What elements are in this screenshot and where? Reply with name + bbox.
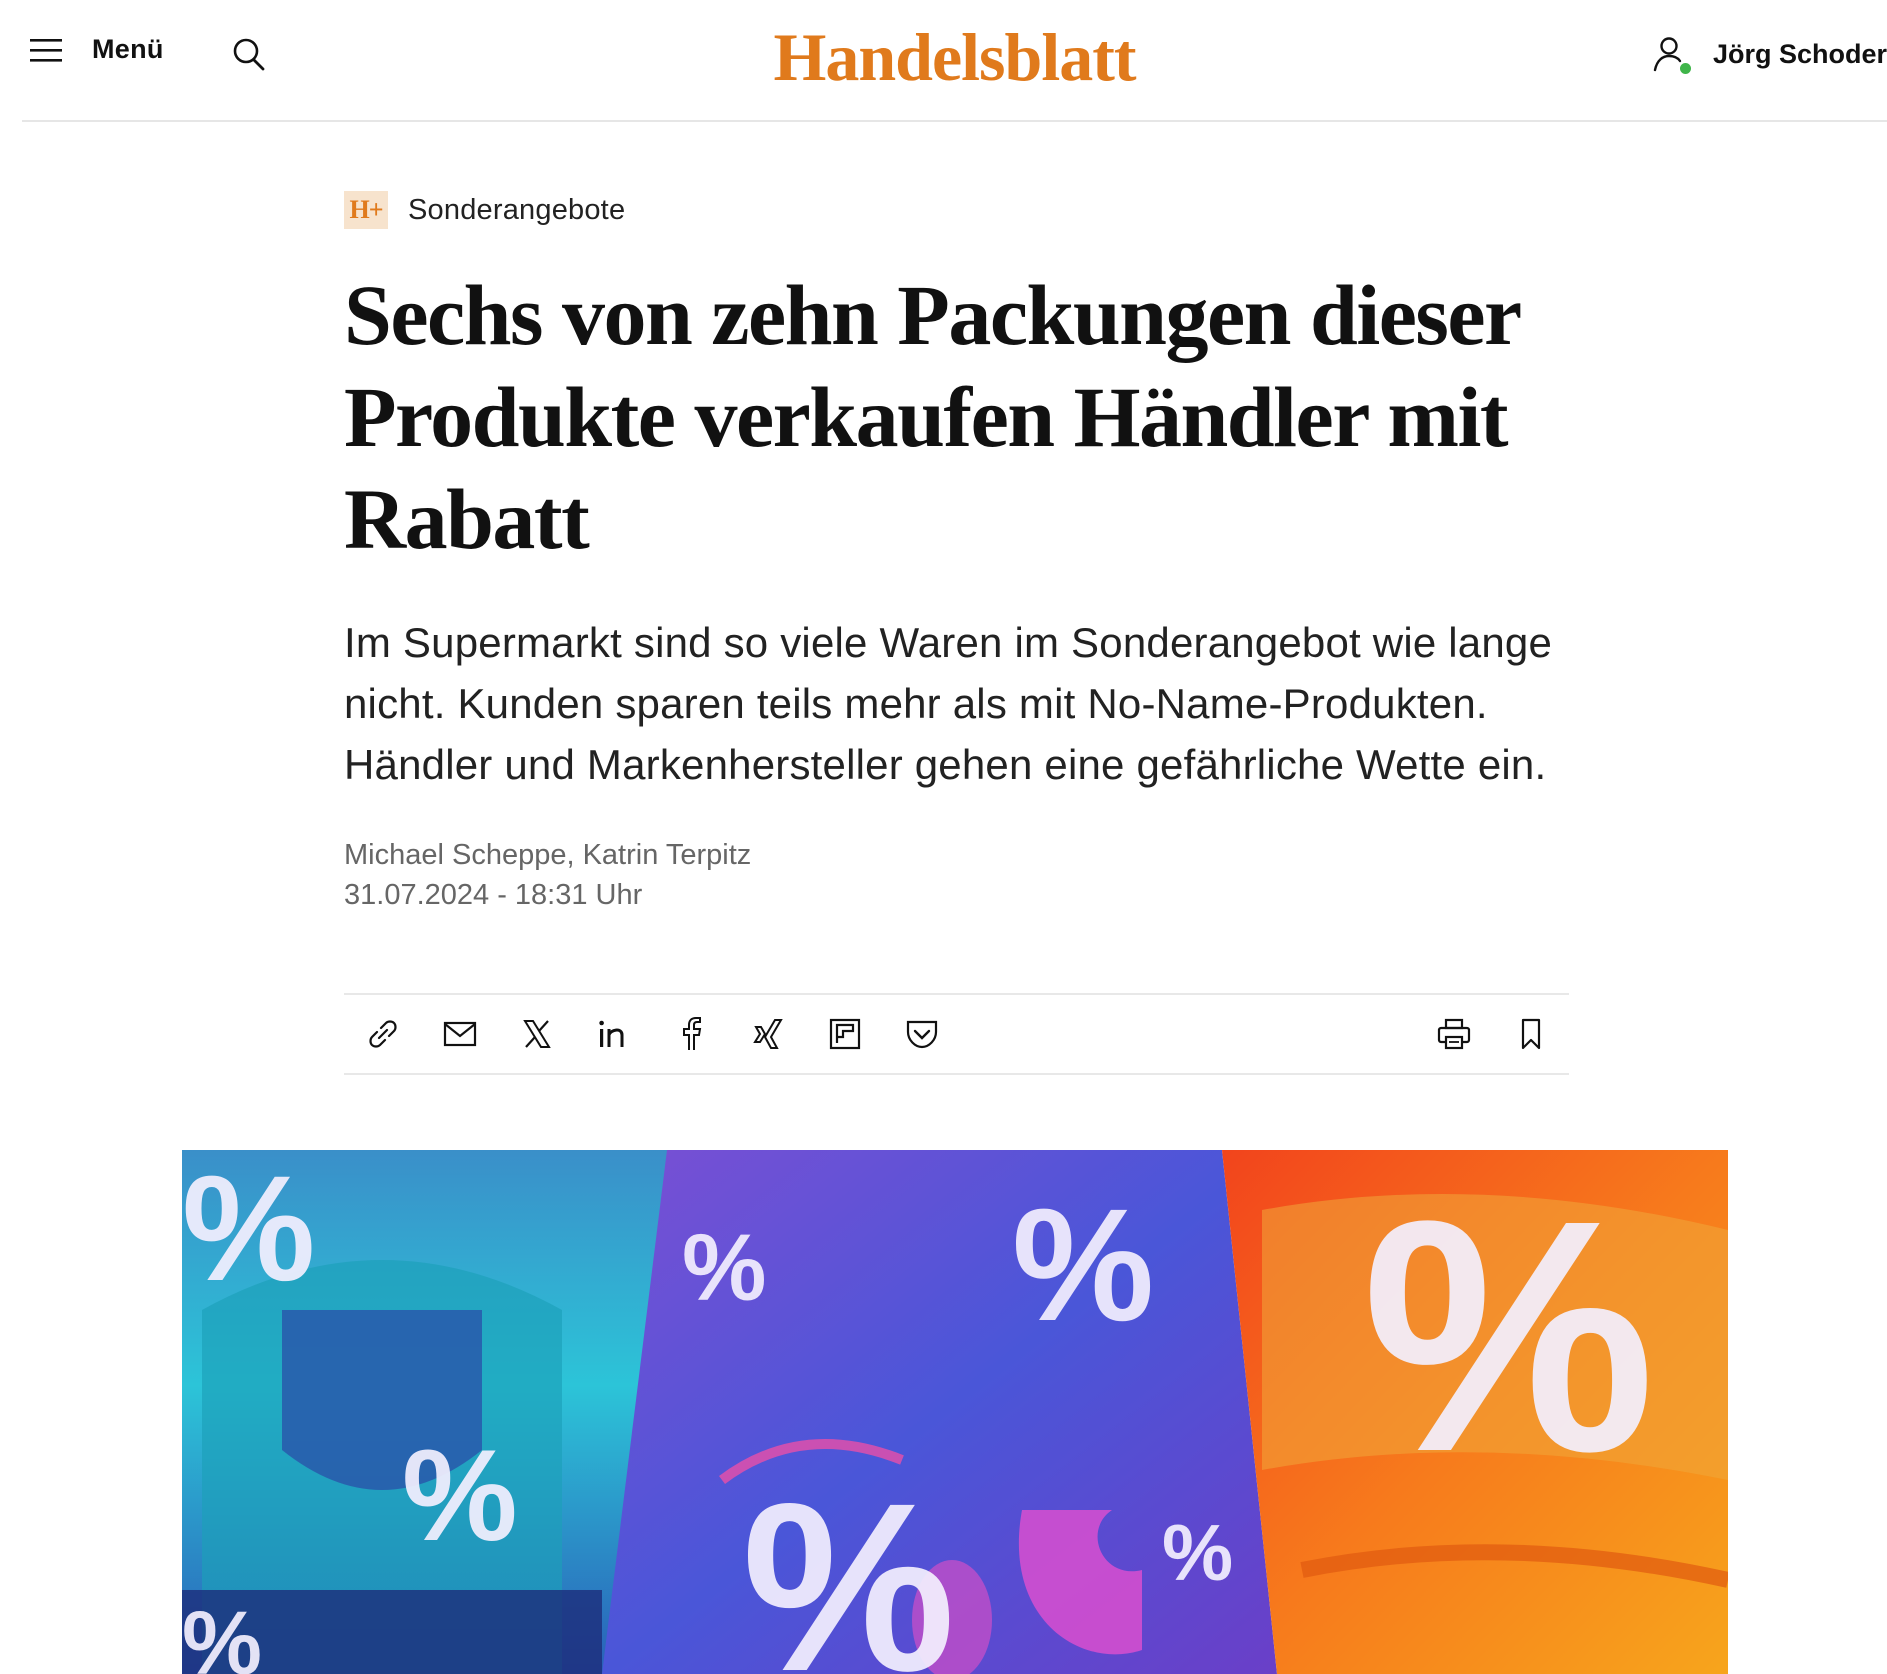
share-x-button[interactable]: [498, 995, 575, 1073]
bookmark-icon: [1521, 1018, 1540, 1050]
linkedin-icon: [598, 1020, 623, 1047]
share-flipboard-button[interactable]: [806, 995, 883, 1073]
site-header: Menü Handelsblatt Jörg Schoder: [22, 0, 1887, 122]
percent-mark-4: %: [1012, 1175, 1154, 1354]
online-status-dot: [1679, 63, 1691, 74]
share-pocket-button[interactable]: [883, 995, 960, 1073]
share-bar: [344, 993, 1569, 1075]
site-logo[interactable]: Handelsblatt: [22, 12, 1887, 102]
user-account-button[interactable]: Jörg Schoder: [1651, 34, 1887, 74]
article-header: H+ Sonderangebote Sechs von zehn Packung…: [344, 190, 1569, 1075]
xing-icon: [752, 1019, 783, 1049]
user-name: Jörg Schoder: [1712, 38, 1887, 69]
x-icon: [522, 1020, 551, 1048]
copy-link-button[interactable]: [344, 995, 421, 1073]
h-plus-badge: H+: [344, 191, 388, 229]
kicker-text[interactable]: Sonderangebote: [408, 194, 625, 227]
percent-mark-5: %: [742, 1453, 955, 1674]
pocket-icon: [906, 1020, 937, 1049]
hero-illustration: % % % % % % % %: [182, 1150, 1728, 1674]
share-facebook-button[interactable]: [652, 995, 729, 1073]
facebook-icon: [682, 1017, 701, 1050]
print-icon: [1437, 1018, 1470, 1050]
article-headline: Sechs von zehn Packungen dieser Produkte…: [344, 267, 1521, 567]
share-mail-button[interactable]: [421, 995, 498, 1073]
link-icon: [368, 1020, 397, 1048]
print-button[interactable]: [1415, 995, 1492, 1073]
percent-mark-2: %: [402, 1422, 518, 1568]
flipboard-icon: [829, 1018, 860, 1050]
share-bar-right: [1415, 995, 1569, 1073]
mail-icon: [443, 1021, 476, 1047]
article-date: 31.07.2024 - 18:31 Uhr: [344, 879, 643, 911]
percent-mark-3: %: [682, 1215, 766, 1321]
percent-mark-1: %: [182, 1150, 315, 1312]
article-teaser: Im Supermarkt sind so viele Waren im Son…: [344, 619, 1553, 788]
percent-mark-8: %: [182, 1594, 262, 1674]
bookmark-button[interactable]: [1492, 995, 1569, 1073]
percent-mark-7: %: [1362, 1151, 1655, 1520]
article-authors[interactable]: Michael Scheppe, Katrin Terpitz: [344, 835, 1569, 875]
hero-image: % % % % % % % %: [182, 1150, 1728, 1674]
share-xing-button[interactable]: [729, 995, 806, 1073]
share-linkedin-button[interactable]: [575, 995, 652, 1073]
percent-mark-6: %: [1162, 1508, 1233, 1597]
kicker: H+ Sonderangebote: [344, 190, 1569, 230]
user-icon: [1651, 34, 1691, 74]
article-meta: Michael Scheppe, Katrin Terpitz 31.07.20…: [344, 835, 1569, 915]
